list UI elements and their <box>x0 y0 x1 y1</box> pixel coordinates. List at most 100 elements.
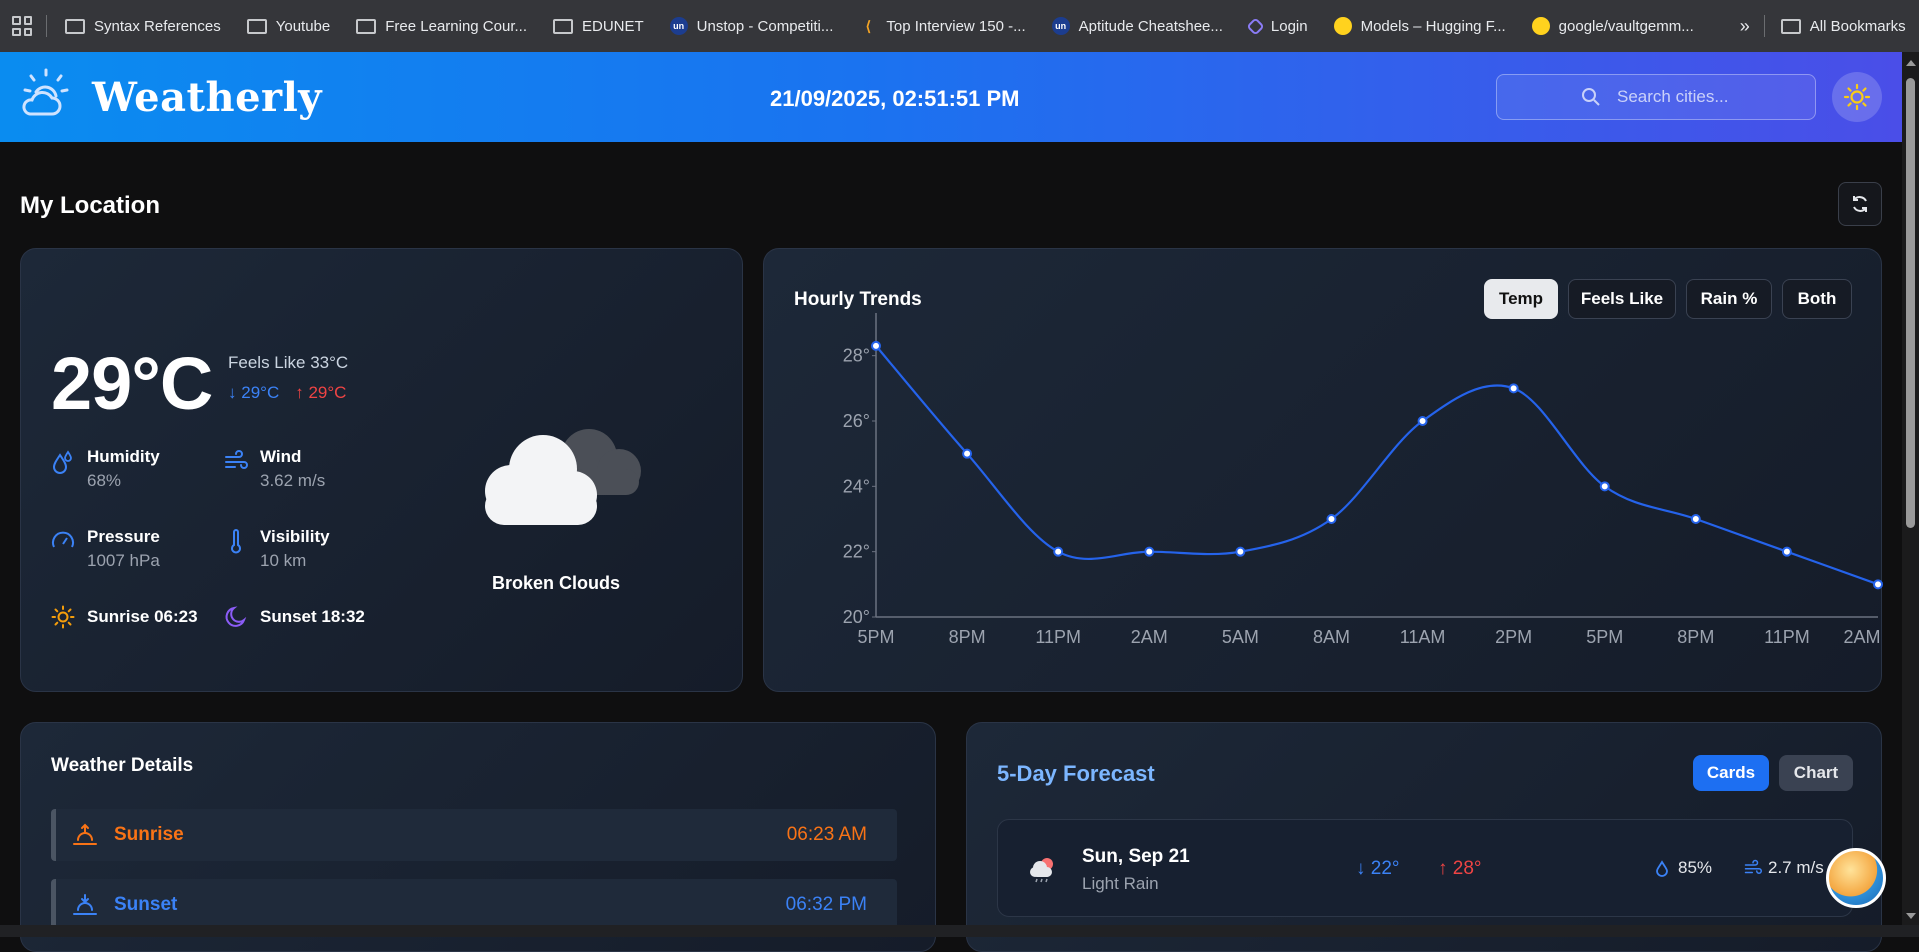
huggingface-icon <box>1531 17 1550 35</box>
temp-data-point <box>1599 481 1610 492</box>
bookmark-edunet[interactable]: EDUNET <box>553 18 644 35</box>
forecast-cards-button[interactable]: Cards <box>1693 755 1769 791</box>
search-icon <box>1582 88 1600 106</box>
folder-icon <box>553 18 573 34</box>
bookmarks-overflow-button[interactable]: » <box>1740 16 1750 37</box>
pressure-label: Pressure <box>87 527 160 546</box>
wind-value: 3.62 m/s <box>260 471 326 490</box>
bookmark-free-learning[interactable]: Free Learning Cour... <box>356 18 527 35</box>
temp-series-line <box>875 345 1879 586</box>
hourly-temp-chart: 20° 22° 24° 26° 28° 5PM 8PM 11PM 2AM 5AM 8AM 11AM 2P… <box>843 313 1883 647</box>
bookmark-syntax-references[interactable]: Syntax References <box>65 18 221 35</box>
scroll-up-arrow-icon[interactable] <box>1906 60 1916 66</box>
sunset-time: 06:32 PM <box>785 894 867 915</box>
bookmark-youtube[interactable]: Youtube <box>246 18 330 35</box>
temp-data-point <box>1508 383 1519 394</box>
x-tick-label: 2PM <box>1495 627 1532 647</box>
sun-icon <box>1843 83 1871 111</box>
temp-data-point <box>1326 514 1337 524</box>
y-tick-label: 24° <box>843 476 870 496</box>
section-title-my-location: My Location <box>20 192 161 219</box>
huggingface-icon <box>1333 17 1352 35</box>
bookmark-hugging-face-models[interactable]: Models – Hugging F... <box>1333 17 1506 35</box>
temp-data-point <box>871 340 881 351</box>
temp-data-point <box>1417 416 1428 426</box>
droplet-icon <box>1656 860 1668 877</box>
forecast-day-description: Light Rain <box>1082 874 1159 893</box>
search-input[interactable]: Search cities... <box>1496 74 1816 120</box>
bookmark-top-interview[interactable]: ⟨ Top Interview 150 -... <box>859 17 1026 35</box>
forecast-day-card[interactable]: Sun, Sep 21 Light Rain ↓ 22° ↑ 28° 85% 2… <box>997 819 1853 917</box>
folder-icon <box>246 18 267 34</box>
current-temperature: 29°C <box>51 342 213 425</box>
broken-clouds-icon <box>485 429 641 525</box>
bookmark-all-bookmarks[interactable]: All Bookmarks <box>1780 18 1906 35</box>
temp-data-point <box>1781 546 1792 557</box>
refresh-button[interactable] <box>1838 182 1882 226</box>
sun-cloud-logo-icon <box>22 68 69 116</box>
search-placeholder: Search cities... <box>1617 87 1729 106</box>
visibility-label: Visibility <box>260 527 330 546</box>
weather-condition: Broken Clouds <box>491 573 620 593</box>
gauge-icon <box>52 531 74 548</box>
folder-icon <box>1780 18 1801 34</box>
moon-icon <box>225 606 247 627</box>
temp-data-point <box>962 448 973 459</box>
bookmark-login[interactable]: Login <box>1246 16 1308 36</box>
temp-data-point <box>1873 579 1883 590</box>
y-tick-label: 28° <box>843 346 870 366</box>
apps-grid-icon[interactable] <box>12 16 32 36</box>
floating-assistant-avatar[interactable] <box>1826 848 1886 908</box>
bookmark-vaultgemma[interactable]: google/vaultgemm... <box>1531 17 1694 35</box>
rain-cloud-icon <box>1030 858 1053 883</box>
page-scrollbar[interactable] <box>1902 52 1919 925</box>
wind-stat: Wind 3.62 m/s <box>224 447 325 491</box>
feels-like: Feels Like 33°C <box>228 353 349 372</box>
pressure-value: 1007 hPa <box>87 551 160 570</box>
unstop-icon: un <box>1051 17 1070 35</box>
y-tick-label: 26° <box>843 411 870 431</box>
temp-data-point <box>1690 514 1701 524</box>
scroll-down-arrow-icon[interactable] <box>1906 913 1916 919</box>
weather-details-card: Weather Details Sunrise 06:23 AM Sunset … <box>20 722 936 952</box>
hourly-trends-card: Hourly Trends Temp Feels Like Rain % Bot… <box>763 248 1883 692</box>
leetcode-icon: ⟨ <box>865 17 872 34</box>
sunset-stat: Sunset 18:32 <box>224 605 365 629</box>
current-datetime: 21/09/2025, 02:51:51 PM <box>770 86 1020 111</box>
temp-data-point <box>1235 546 1246 557</box>
bookmarks-bar: Syntax References Youtube Free Learning … <box>0 0 1919 52</box>
folder-icon <box>65 18 85 34</box>
x-tick-label: 8PM <box>1677 627 1714 647</box>
temp-data-point <box>1144 546 1155 557</box>
forecast-high: ↑ 28° <box>1438 858 1482 879</box>
bookmark-aptitude[interactable]: un Aptitude Cheatshee... <box>1051 17 1223 35</box>
scrollbar-thumb[interactable] <box>1906 78 1915 528</box>
min-temp: ↓ 29°C <box>228 383 280 402</box>
theme-toggle-button[interactable] <box>1832 72 1882 122</box>
brand-title[interactable]: Weatherly <box>92 74 322 121</box>
x-tick-label: 2AM <box>1843 627 1880 647</box>
sunrise-stat: Sunrise 06:23 <box>51 605 198 629</box>
wind-label: Wind <box>260 447 302 466</box>
forecast-chart-button[interactable]: Chart <box>1779 755 1853 791</box>
sunset-icon <box>73 894 97 915</box>
login-icon <box>1246 16 1265 36</box>
forecast-low: ↓ 22° <box>1356 858 1400 879</box>
humidity-stat: Humidity 68% <box>51 447 160 491</box>
forecast-day-label: Sun, Sep 21 <box>1082 846 1190 867</box>
x-tick-label: 11PM <box>1035 627 1081 647</box>
sunrise-icon <box>73 823 97 845</box>
weather-details-title: Weather Details <box>51 755 194 776</box>
bookmark-unstop[interactable]: un Unstop - Competiti... <box>669 17 833 35</box>
refresh-icon <box>1853 196 1867 212</box>
min-max-temps: ↓ 29°C ↑ 29°C <box>228 383 346 403</box>
sunrise-label: Sunrise <box>114 824 184 845</box>
sunrise-text: Sunrise 06:23 <box>87 607 198 626</box>
max-temp: ↑ 29°C <box>295 383 347 402</box>
sunset-label: Sunset <box>114 894 178 915</box>
x-tick-label: 11PM <box>1764 627 1810 647</box>
os-taskbar <box>0 925 1919 937</box>
y-tick-label: 20° <box>843 607 870 627</box>
sunset-text: Sunset 18:32 <box>260 607 365 626</box>
temp-data-point <box>1053 546 1064 557</box>
